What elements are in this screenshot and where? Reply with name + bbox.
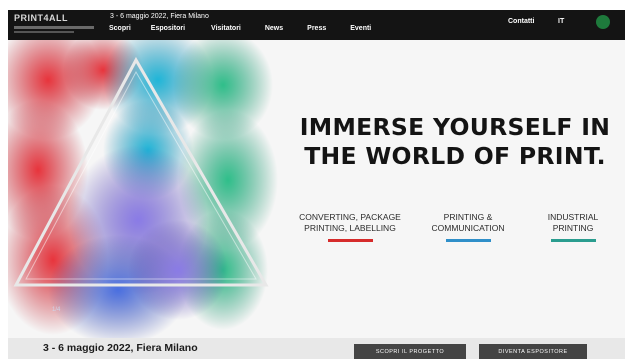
category-industrial-line2: PRINTING — [552, 223, 594, 233]
event-dates: 3 - 6 maggio 2022, Fiera Milano — [110, 13, 209, 20]
category-converting-line1: CONVERTING, PACKAGE — [299, 212, 401, 222]
hero-headline: IMMERSE YOURSELF IN THE WORLD OF PRINT. — [290, 113, 620, 171]
main-nav: Scopri Espositori Visitatori News Press … — [109, 25, 397, 32]
category-converting-link[interactable]: CONVERTING, PACKAGE PRINTING, LABELLING — [290, 212, 410, 242]
category-converting-underline — [327, 239, 373, 242]
nav-item-scopri[interactable]: Scopri — [109, 25, 131, 32]
scopri-progetto-button[interactable]: SCOPRI IL PROGETTO — [354, 344, 466, 359]
category-industrial-line1: INDUSTRIAL — [547, 212, 599, 222]
contatti-link[interactable]: Contatti — [508, 18, 534, 25]
logo-tagline-graphic-2 — [14, 31, 74, 33]
hero-headline-line1: IMMERSE YOURSELF IN — [299, 113, 611, 141]
nav-item-eventi[interactable]: Eventi — [350, 25, 371, 32]
category-industrial-printing-link[interactable]: INDUSTRIAL PRINTING — [538, 212, 608, 242]
language-selector[interactable]: IT — [558, 18, 564, 25]
logo-text: PRINT4ALL — [14, 13, 68, 23]
partner-logo[interactable] — [586, 13, 620, 39]
top-navigation-bar: PRINT4ALL 3 - 6 maggio 2022, Fiera Milan… — [8, 10, 625, 40]
nav-item-press[interactable]: Press — [307, 25, 326, 32]
category-printing-communication-link[interactable]: PRINTING & COMMUNICATION — [420, 212, 516, 242]
hero-headline-line2: THE WORLD OF PRINT. — [304, 142, 606, 170]
nav-item-espositori[interactable]: Espositori — [151, 25, 185, 32]
hero-banner: 1/4 IMMERSE YOURSELF IN THE WORLD OF PRI… — [8, 40, 625, 338]
diventa-espositore-button[interactable]: DIVENTA ESPOSITORE — [479, 344, 587, 359]
logo-tagline-graphic — [14, 26, 94, 29]
nav-item-visitatori[interactable]: Visitatori — [211, 25, 241, 32]
nav-item-news[interactable]: News — [265, 25, 283, 32]
page-frame: PRINT4ALL 3 - 6 maggio 2022, Fiera Milan… — [8, 10, 625, 359]
bottom-event-dates: 3 - 6 maggio 2022, Fiera Milano — [43, 342, 198, 354]
category-printing-line2: COMMUNICATION — [431, 223, 505, 233]
partner-logo-emblem — [596, 15, 610, 29]
category-industrial-underline — [550, 239, 596, 242]
category-printing-underline — [445, 239, 491, 242]
category-printing-line1: PRINTING & — [443, 212, 493, 222]
print4all-logo[interactable]: PRINT4ALL — [14, 13, 102, 37]
slide-indicator: 1/4 — [52, 307, 61, 313]
bottom-info-bar: 3 - 6 maggio 2022, Fiera Milano SCOPRI I… — [8, 338, 625, 359]
category-converting-line2: PRINTING, LABELLING — [304, 223, 396, 233]
ink-splash-triangle-image — [8, 40, 278, 338]
